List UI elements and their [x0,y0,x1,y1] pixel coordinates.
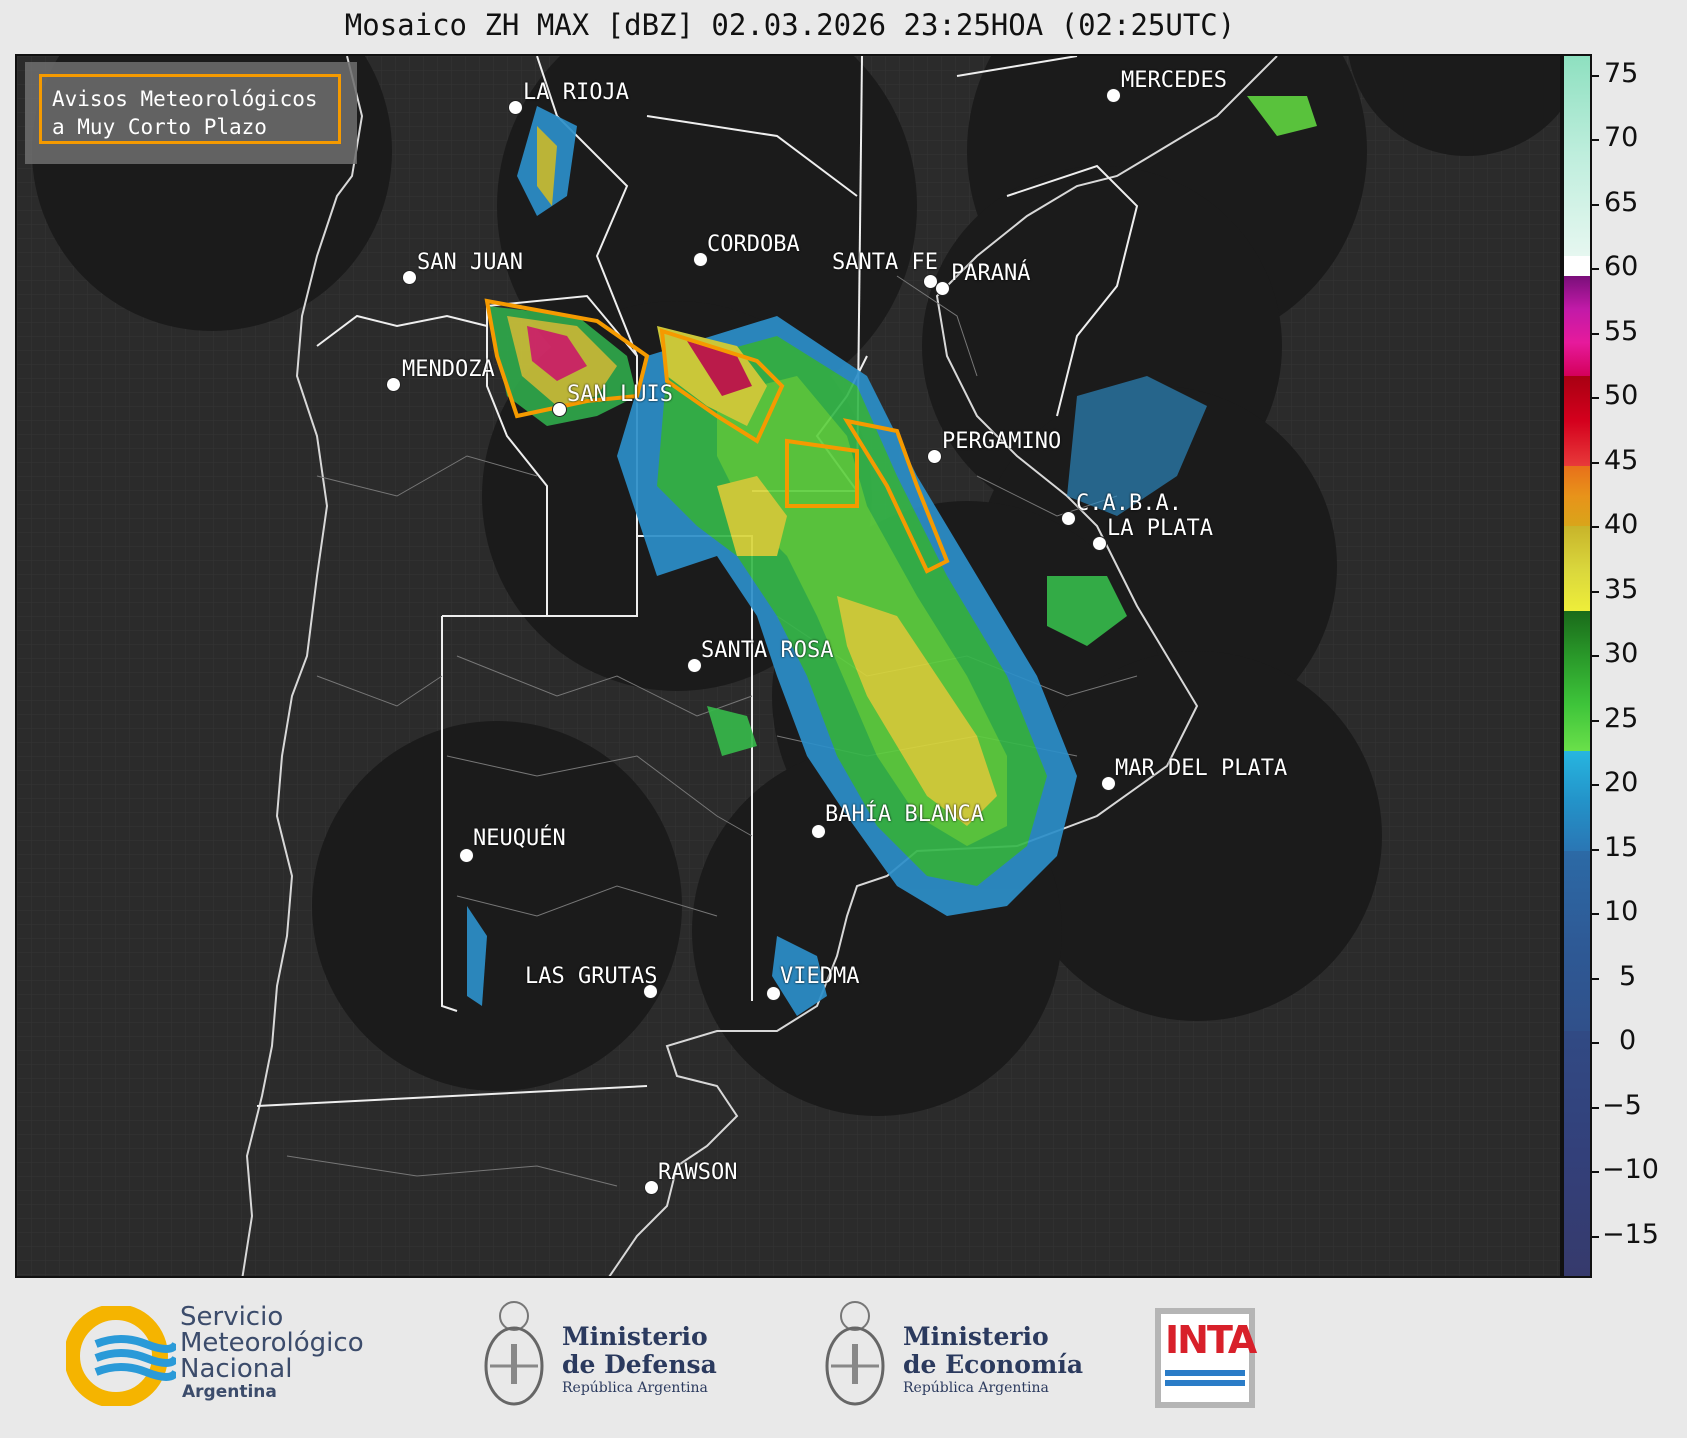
coat-of-arms-icon [825,1301,885,1406]
colorbar-tick: 5 [1619,961,1637,992]
warning-legend: Avisos Meteorológicos a Muy Corto Plazo [25,62,357,164]
colorbar-tick: 55 [1604,316,1639,347]
city-label-mendoza: MENDOZA [402,357,495,382]
economia-line1: Ministerio [903,1322,1049,1351]
city-label-las-grutas: LAS GRUTAS [525,964,658,989]
city-label-cordoba: CORDOBA [707,232,800,257]
colorbar-tick: 75 [1604,58,1639,89]
city-dot-mar-del-plata [1101,776,1116,791]
city-dot-pergamino [927,449,942,464]
city-dot-parana [935,281,950,296]
colorbar-tick: 60 [1604,251,1639,282]
smn-logo-icon [66,1306,176,1406]
city-dot-caba [1061,511,1076,526]
city-label-neuquen: NEUQUÉN [473,826,566,851]
colorbar-seg-yellow [1564,526,1590,611]
city-label-la-rioja: LA RIOJA [523,80,629,105]
colorbar-tick: 45 [1604,445,1639,476]
radar-map[interactable]: LA RIOJA MERCEDES CORDOBA SAN JUAN SANTA… [15,54,1562,1278]
city-dot-rawson [644,1180,659,1195]
economia-line3: República Argentina [903,1380,1049,1396]
defensa-line2: de Defensa [562,1350,717,1379]
dbz-colorbar [1562,54,1592,1278]
city-dot-la-plata [1092,536,1107,551]
map-title: Mosaico ZH MAX [dBZ] 02.03.2026 23:25HOA… [344,8,1236,42]
colorbar-seg-navy [1564,1031,1590,1276]
warning-legend-line2: a Muy Corto Plazo [52,115,267,139]
city-label-bahia-blanca: BAHÍA BLANCA [825,802,984,827]
colorbar-seg-orange [1564,466,1590,526]
colorbar-seg-white [1564,256,1590,276]
footer-logos: Servicio Meteorológico Nacional Argentin… [0,1278,1687,1438]
city-label-viedma: VIEDMA [780,964,860,989]
city-label-caba: C.A.B.A. [1076,491,1182,516]
city-dot-neuquen [459,848,474,863]
city-dot-mercedes [1106,88,1121,103]
city-label-mercedes: MERCEDES [1121,68,1227,93]
smn-line2: Meteorológico [180,1328,364,1358]
city-label-parana: PARANÁ [951,261,1031,286]
warning-legend-frame: Avisos Meteorológicos a Muy Corto Plazo [39,74,341,144]
city-dot-san-luis [552,402,567,417]
city-dot-viedma [766,986,781,1001]
colorbar-tick: 30 [1604,638,1639,669]
colorbar-tick: 15 [1604,832,1639,863]
smn-line1: Servicio [180,1302,284,1332]
city-label-santa-fe: SANTA FE [832,250,938,275]
city-dot-bahia-blanca [811,824,826,839]
economia-line2: de Economía [903,1350,1084,1379]
colorbar-seg-blue [1564,851,1590,1031]
city-label-pergamino: PERGAMINO [942,429,1062,454]
colorbar-seg-green [1564,611,1590,751]
colorbar-tick: 20 [1604,767,1639,798]
defensa-line1: Ministerio [562,1322,708,1351]
colorbar-seg-cyan [1564,751,1590,851]
warning-legend-line1: Avisos Meteorológicos [52,87,318,111]
city-dot-mendoza [386,377,401,392]
colorbar-tick: 35 [1604,574,1639,605]
colorbar-tick: 10 [1604,896,1639,927]
colorbar-tick: 50 [1604,380,1639,411]
colorbar-tick: −15 [1602,1219,1659,1250]
colorbar-tick: 70 [1604,122,1639,153]
colorbar-tick: −5 [1602,1090,1642,1121]
colorbar-seg-red [1564,376,1590,466]
city-label-mar-del-plata: MAR DEL PLATA [1115,756,1288,781]
city-dot-san-juan [402,270,417,285]
colorbar-tick: 40 [1604,509,1639,540]
city-dot-cordoba [693,252,708,267]
colorbar-tick: 0 [1619,1025,1637,1056]
smn-line3: Nacional [180,1354,293,1384]
city-label-santa-rosa: SANTA ROSA [701,638,834,663]
city-label-la-plata: LA PLATA [1107,516,1213,541]
inta-logo: INTA [1155,1308,1257,1408]
city-dot-la-rioja [508,100,523,115]
city-label-san-luis: SAN LUIS [567,382,673,407]
colorbar-tick: 65 [1604,187,1639,218]
colorbar-seg-high [1564,56,1590,256]
defensa-line3: República Argentina [562,1380,708,1396]
smn-line4: Argentina [182,1382,277,1402]
colorbar-tick: −10 [1602,1154,1659,1185]
city-label-rawson: RAWSON [658,1160,738,1185]
colorbar-seg-magenta [1564,276,1590,376]
city-label-san-juan: SAN JUAN [417,250,523,275]
colorbar-tick: 25 [1604,703,1639,734]
city-dot-santa-rosa [687,658,702,673]
coat-of-arms-icon [484,1301,544,1406]
inta-logo-label: INTA [1165,1318,1257,1362]
